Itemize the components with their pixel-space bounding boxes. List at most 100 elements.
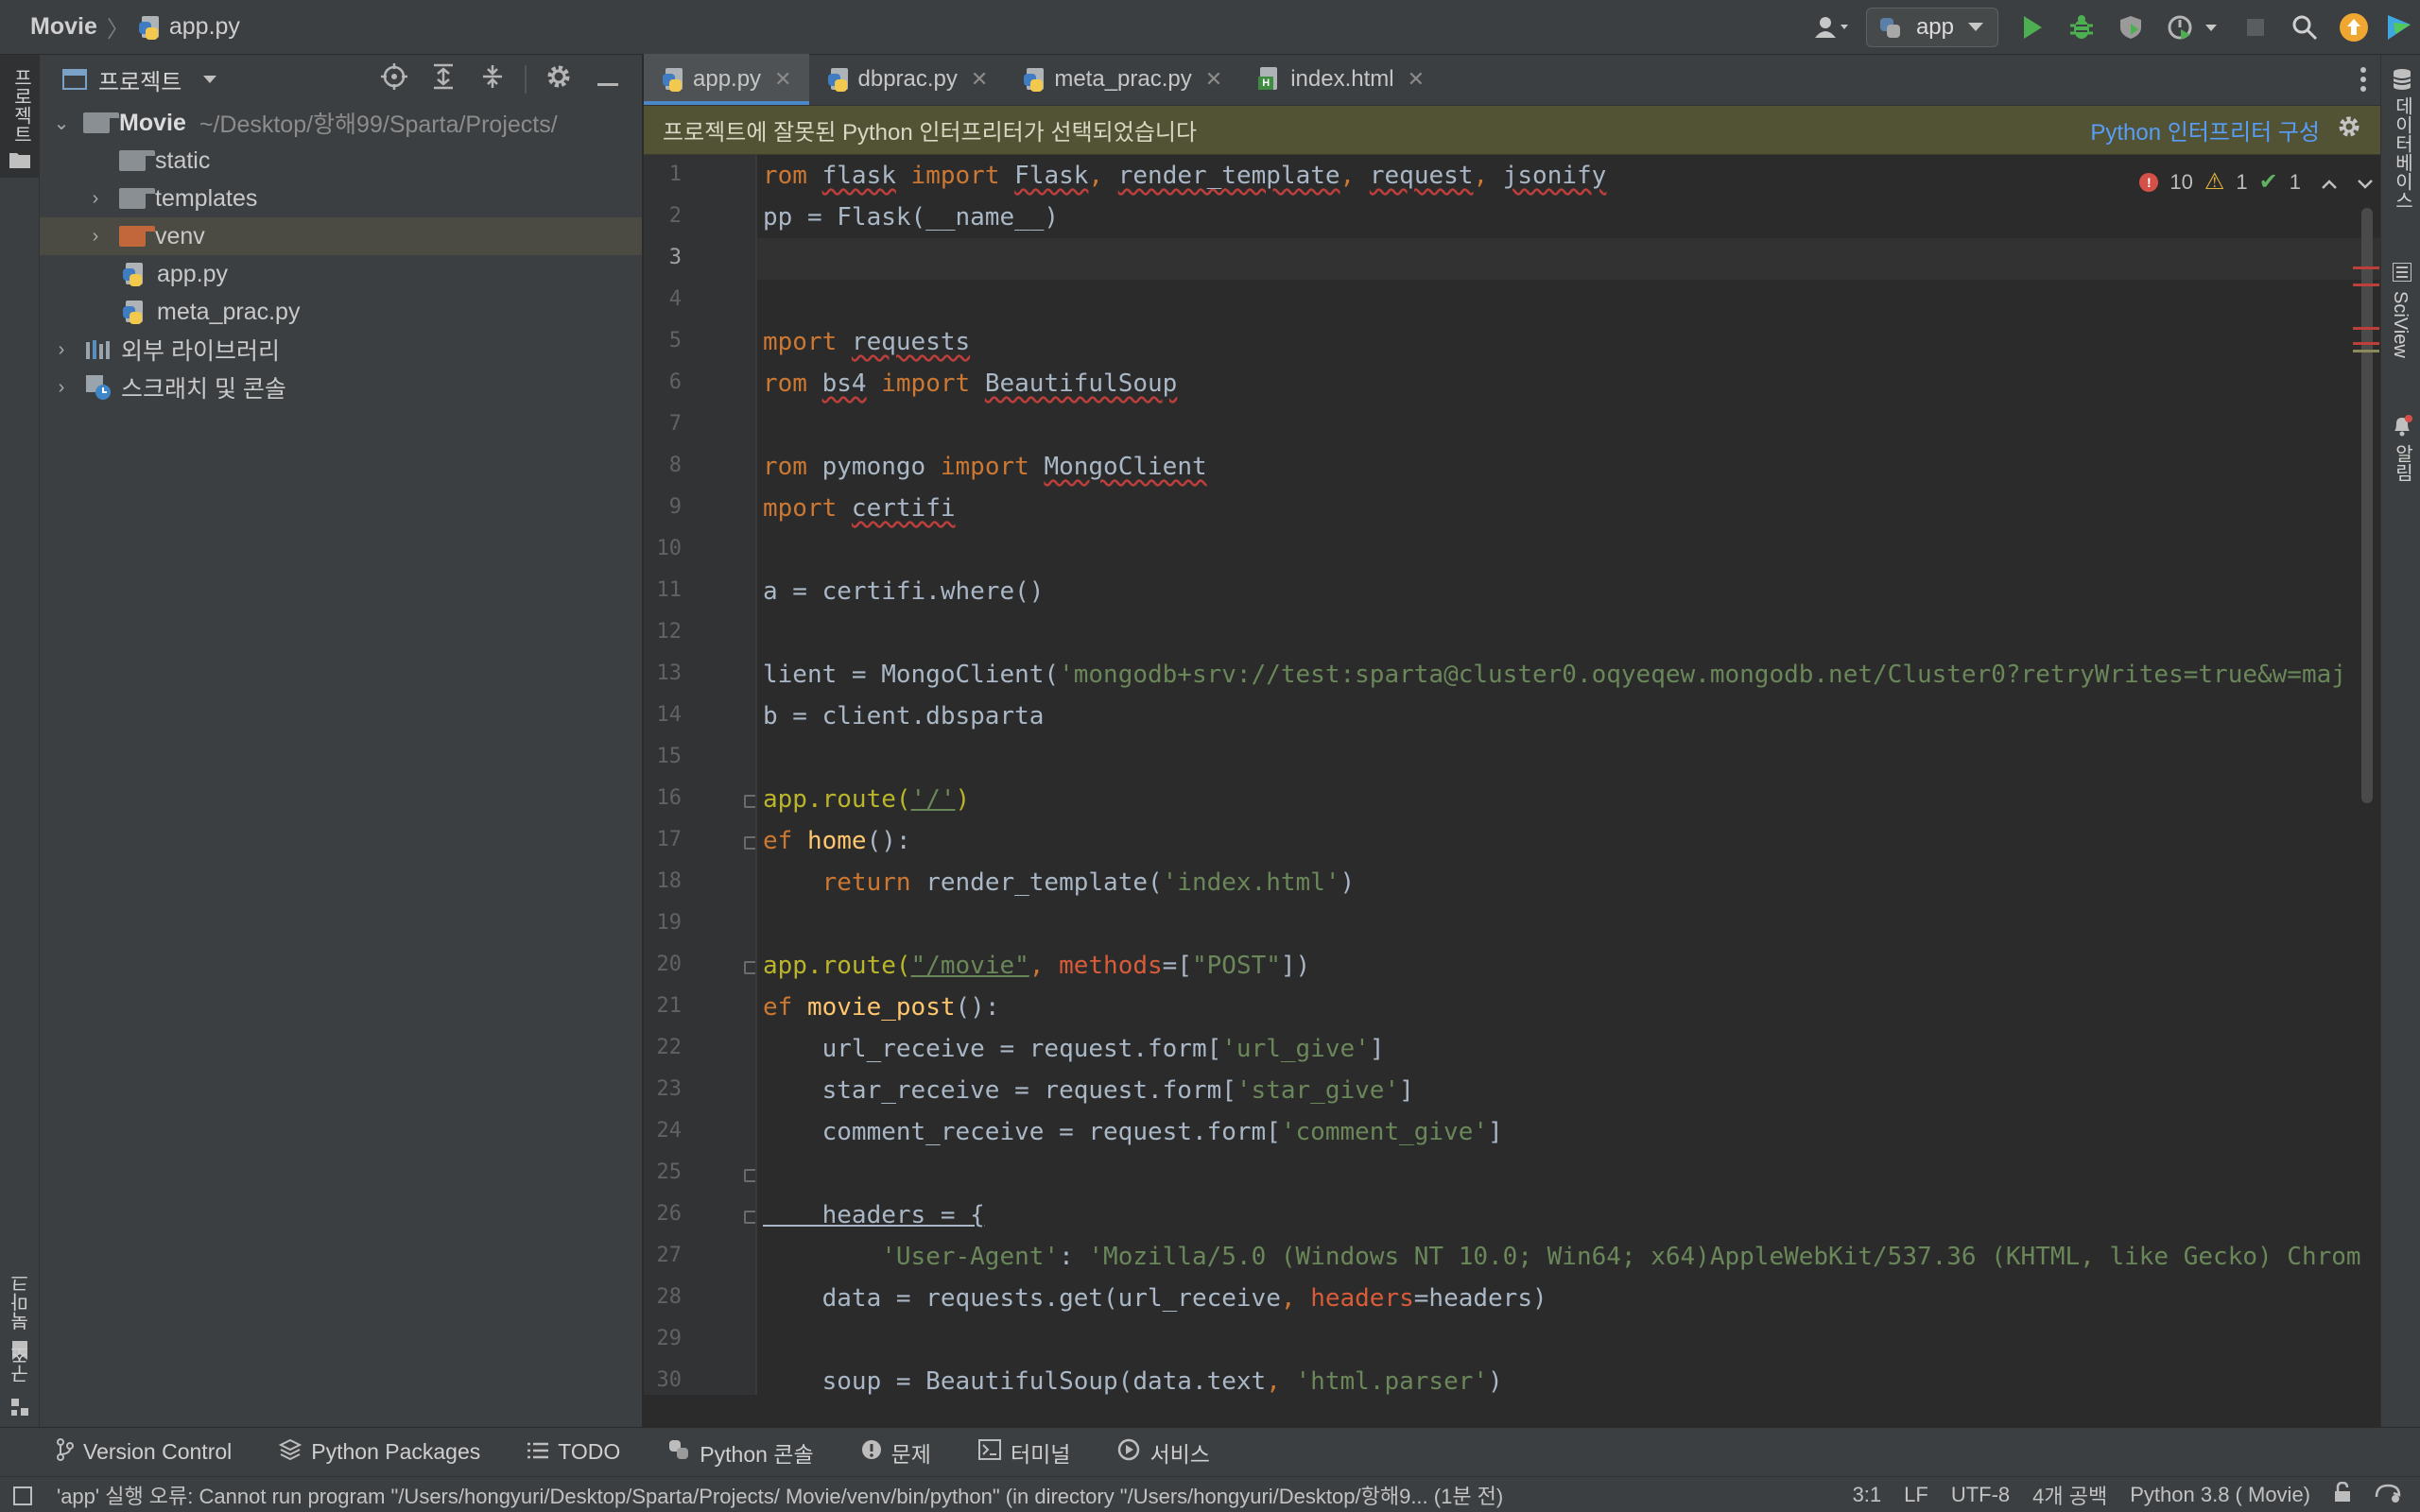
chevron-right-icon[interactable]: › [53,377,70,399]
structure-tool-button[interactable]: 구조 [0,1340,40,1425]
project-tool-button[interactable]: 프로젝트 [0,55,40,178]
code-line-27[interactable]: data = requests.get(url_receive, headers… [763,1278,1547,1319]
tree-item-external-libraries[interactable]: › 외부 라이브러리 [40,331,642,369]
code-line-19[interactable]: app.route("/movie", methods=["POST"]) [763,945,1310,987]
code-line-1[interactable]: rom flask import Flask, render_template,… [763,155,1606,197]
tool-problems[interactable]: 문제 [861,1436,931,1469]
code-insight-icon[interactable] [2375,1482,2401,1508]
close-tab-icon[interactable]: ✕ [1205,67,1222,92]
tree-item-static[interactable]: static [40,142,642,180]
close-tab-icon[interactable]: ✕ [774,67,791,92]
tab-dbprac-py[interactable]: dbprac.py ✕ [809,54,1006,105]
tree-item-meta-prac-py[interactable]: meta_prac.py [40,293,642,331]
bookmarks-tool-button[interactable]: 북마크 [0,1217,40,1360]
code-editor[interactable]: 1 2 3 4 5 6 7 8 9 10 11 12 13 14 15 16 1… [644,155,2380,1395]
code-line-7[interactable]: rom pymongo import MongoClient [763,446,1207,488]
chevron-right-icon[interactable]: › [87,226,104,248]
code-line-20[interactable]: ef movie_post(): [763,987,999,1028]
error-stripe-mark[interactable] [2353,327,2379,330]
code-line-2[interactable]: pp = Flask(__name__) [763,197,1059,238]
error-stripe-mark[interactable] [2353,284,2379,286]
debug-icon[interactable] [2057,0,2106,55]
code-line-10[interactable]: a = certifi.where() [763,571,1044,612]
tool-terminal[interactable]: 터미널 [977,1436,1070,1469]
vertical-scrollbar[interactable] [2361,208,2373,803]
code-line-29[interactable]: soup = BeautifulSoup(data.text, 'html.pa… [763,1361,1503,1395]
tree-root-movie[interactable]: ⌄ Movie ~/Desktop/항해99/Sparta/Projects/ [40,104,642,142]
tool-version-control[interactable]: Version Control [57,1437,232,1467]
tab-app-py[interactable]: app.py ✕ [644,54,809,105]
caret-position[interactable]: 3:1 [1853,1483,1882,1507]
tab-index-html[interactable]: H index.html ✕ [1239,54,1442,105]
code-line-4[interactable]: mport requests [763,321,970,363]
error-stripe-mark[interactable] [2353,266,2379,269]
settings-gear-icon[interactable] [534,63,583,96]
profiler-icon[interactable] [2155,0,2231,55]
tool-python-console[interactable]: Python 콘솔 [667,1436,814,1469]
code-line-5[interactable]: rom bs4 import BeautifulSoup [763,363,1177,404]
line-number: 4 [668,287,682,311]
code-line-23[interactable]: comment_receive = request.form['comment_… [763,1111,1503,1153]
configure-interpreter-link[interactable]: Python 인터프리터 구성 [2090,113,2320,146]
code-line-25[interactable]: headers = { [763,1194,985,1236]
interpreter-selector[interactable]: Python 3.8 ( Movie) [2130,1483,2310,1507]
notifications-tool-button[interactable]: 알림 [2381,414,2420,546]
tree-item-venv[interactable]: › venv [40,217,642,255]
chevron-down-icon[interactable] [202,75,217,84]
settings-gear-icon[interactable] [2337,114,2361,146]
search-icon[interactable] [2280,0,2329,55]
chevron-right-icon[interactable]: › [87,188,104,210]
indent-setting[interactable]: 4개 공백 [2032,1480,2107,1510]
run-icon[interactable] [2008,0,2057,55]
lock-icon[interactable] [2333,1481,2352,1508]
tool-services[interactable]: 서비스 [1117,1436,1210,1469]
database-tool-button[interactable]: 데이터베이스 [2381,68,2420,248]
tab-meta-prac-py[interactable]: meta_prac.py ✕ [1005,54,1239,105]
code-line-12[interactable]: lient = MongoClient('mongodb+srv://test:… [763,654,2346,696]
collapse-all-icon[interactable] [468,63,517,96]
chevron-right-icon[interactable]: › [53,339,70,361]
toggle-tool-windows-icon[interactable] [13,1486,32,1512]
breadcrumb-project[interactable]: Movie [30,13,97,41]
coverage-icon[interactable] [2106,0,2155,55]
project-view-title[interactable]: 프로젝트 [98,63,182,96]
inspection-widget[interactable]: ! 10 ⚠ 1 ✔ 1 [2139,168,2373,196]
tree-item-app-py[interactable]: app.py [40,255,642,293]
breadcrumb-file[interactable]: app.py [169,13,240,41]
expand-all-icon[interactable] [419,63,468,96]
tool-todo[interactable]: TODO [527,1439,620,1465]
code-line-22[interactable]: star_receive = request.form['star_give'] [763,1070,1414,1111]
warning-stripe-mark[interactable] [2353,350,2379,352]
code-line-8[interactable]: mport certifi [763,488,956,529]
code-line-26[interactable]: 'User-Agent': 'Mozilla/5.0 (Windows NT 1… [763,1236,2360,1278]
code-line-17[interactable]: return render_template('index.html') [763,862,1356,903]
python-file-icon [123,262,147,286]
more-tabs-icon[interactable] [2360,66,2367,99]
chevron-down-icon[interactable] [2358,170,2373,195]
tool-python-packages[interactable]: Python Packages [279,1438,480,1467]
file-encoding[interactable]: UTF-8 [1951,1483,2010,1507]
code-line-16[interactable]: ef home(): [763,820,911,862]
line-number: 24 [656,1119,683,1143]
status-message[interactable]: 'app' 실행 오류: Cannot run program "/Users/… [57,1480,1503,1510]
stop-icon[interactable] [2231,0,2280,55]
code-line-21[interactable]: url_receive = request.form['url_give'] [763,1028,1385,1070]
chevron-down-icon[interactable]: ⌄ [53,112,70,135]
hide-panel-icon[interactable] [583,64,632,94]
close-tab-icon[interactable]: ✕ [971,67,988,92]
jetbrains-ai-icon[interactable] [2378,0,2420,55]
updates-icon[interactable] [2329,0,2378,55]
error-stripe-mark[interactable] [2353,342,2379,345]
chevron-up-icon[interactable] [2322,170,2337,195]
tree-item-scratches[interactable]: › 스크래치 및 콘솔 [40,369,642,406]
run-configuration-selector[interactable]: app [1865,8,1998,47]
root-folder-path: ~/Desktop/항해99/Sparta/Projects/ [199,112,558,138]
locate-file-icon[interactable] [370,62,419,96]
code-line-13[interactable]: b = client.dbsparta [763,696,1044,737]
user-account-icon[interactable] [1807,0,1857,55]
code-line-15[interactable]: app.route('/') [763,779,970,820]
line-number: 9 [668,495,682,519]
close-tab-icon[interactable]: ✕ [1408,67,1425,92]
line-separator[interactable]: LF [1904,1483,1928,1507]
tree-item-templates[interactable]: › templates [40,180,642,217]
